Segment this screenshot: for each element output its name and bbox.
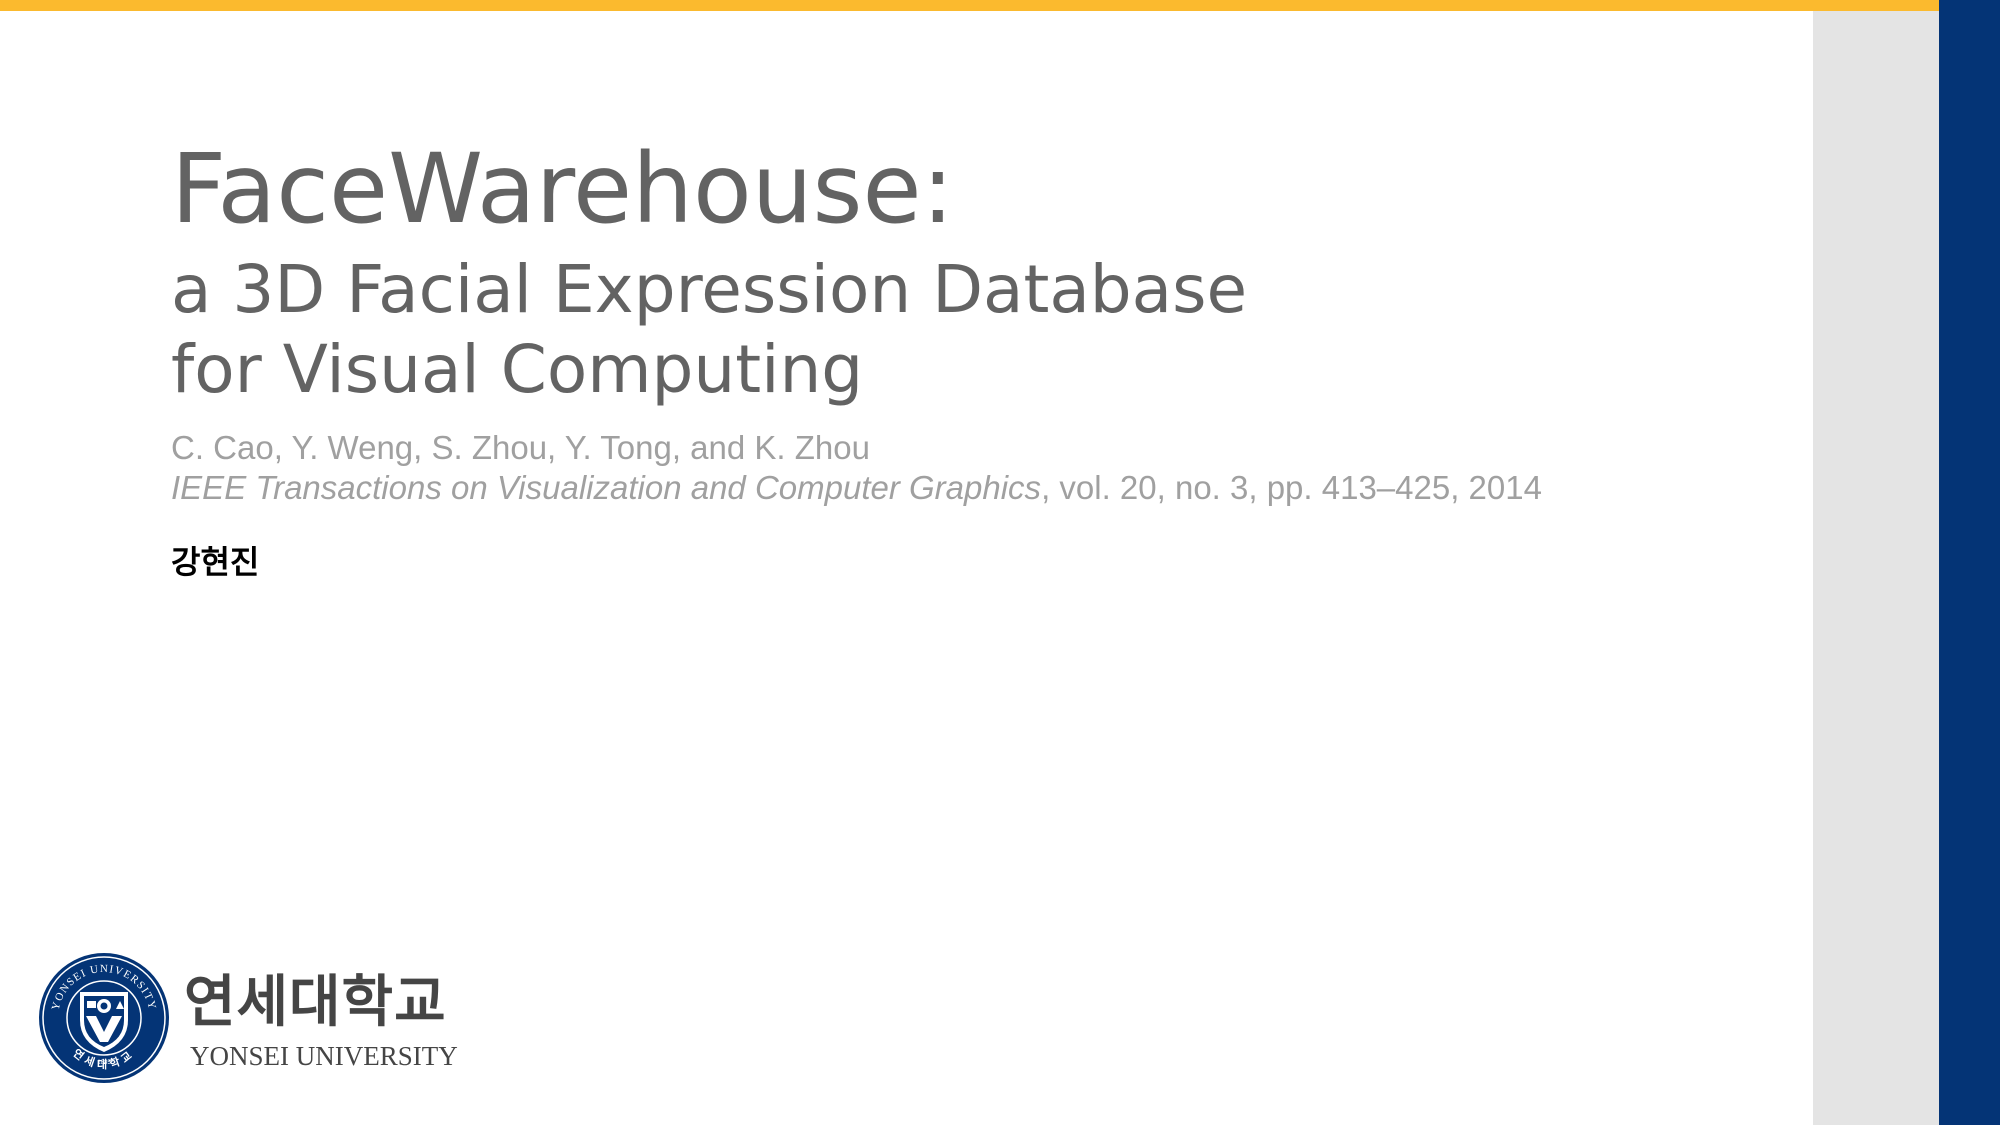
journal-name: IEEE Transactions on Visualization and C… (171, 469, 1042, 506)
subtitle-line-1: a 3D Facial Expression Database (171, 251, 1248, 328)
paper-citation: IEEE Transactions on Visualization and C… (171, 468, 1542, 508)
subtitle-line-2: for Visual Computing (171, 331, 864, 408)
university-name-english: YONSEI UNIVERSITY (190, 1041, 458, 1071)
top-accent-bar (0, 0, 1939, 11)
yonsei-university-seal-icon: YONSEI UNIVERSITY 연세대학교 1885 (39, 953, 169, 1083)
paper-authors: C. Cao, Y. Weng, S. Zhou, Y. Tong, and K… (171, 429, 870, 466)
university-name-korean: 연세대학교 (184, 970, 447, 1035)
slide-subtitle: a 3D Facial Expression Database for Visu… (171, 250, 1247, 410)
presenter-name: 강현진 (171, 543, 260, 581)
seal-year: 1885 (97, 1060, 111, 1066)
side-blue-band (1939, 0, 2000, 1125)
yonsei-logo: YONSEI UNIVERSITY 연세대학교 1885 연세대학교 YONSE… (38, 952, 478, 1086)
slide-title: FaceWarehouse: (171, 133, 954, 245)
citation-details: , vol. 20, no. 3, pp. 413–425, 2014 (1041, 469, 1542, 506)
side-gray-band (1813, 11, 1939, 1125)
title-slide: FaceWarehouse: a 3D Facial Expression Da… (0, 0, 2000, 1125)
